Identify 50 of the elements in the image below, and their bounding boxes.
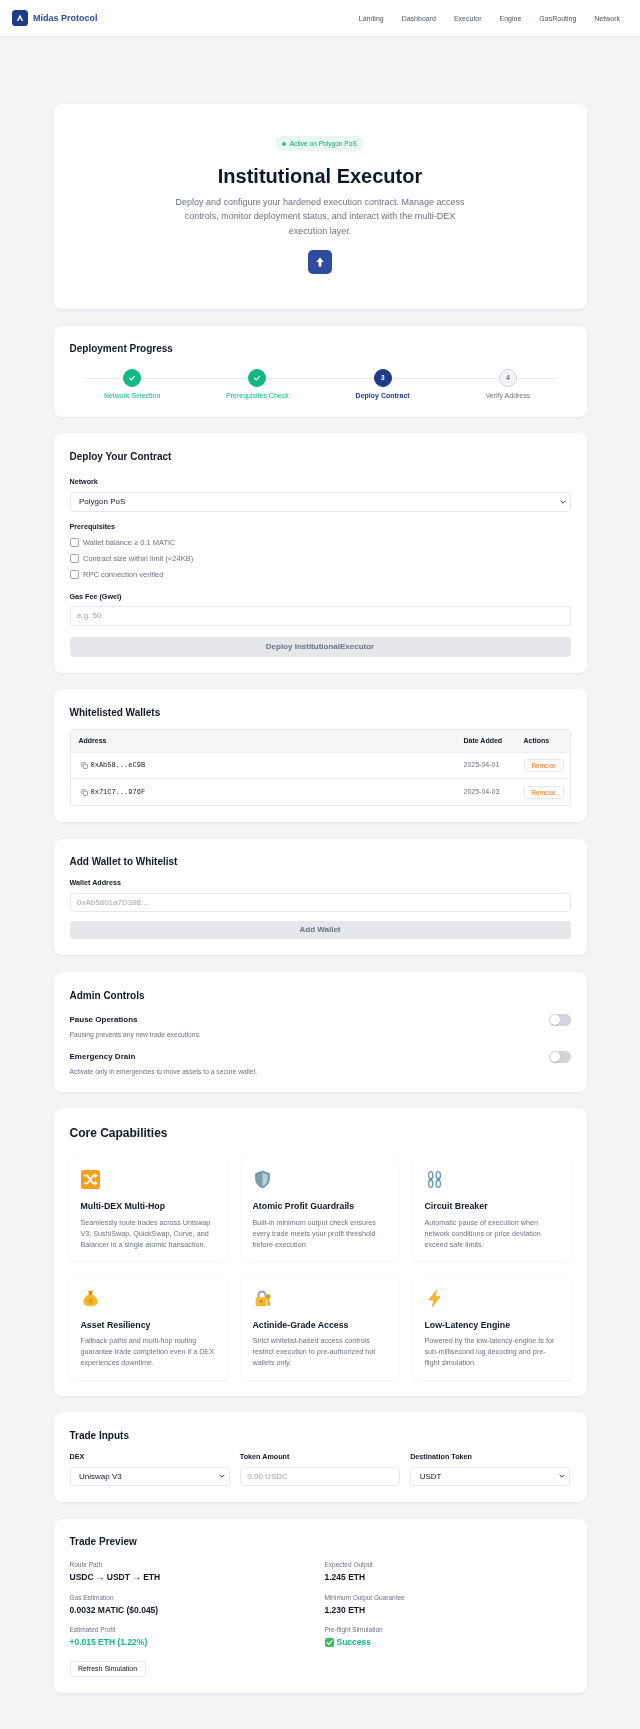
preview-value: Success [336, 1637, 371, 1648]
money-bag-icon [80, 1289, 100, 1309]
arrow-up-icon [308, 250, 332, 275]
copy-icon [80, 788, 88, 796]
page-title: Institutional Executor [216, 163, 424, 188]
section-title: Deploy Your Contract [69, 450, 173, 463]
brand-name[interactable]: Midas Protocol [33, 12, 98, 24]
copy-icon [80, 762, 88, 769]
shield-icon [252, 1170, 272, 1190]
preview-value: +0.015 ETH (1.22%) [69, 1637, 148, 1648]
section-title: Trade Preview [69, 1536, 138, 1549]
wallet-address-input[interactable]: 0xAb5801a7D398... [69, 893, 571, 913]
checkbox[interactable] [69, 538, 79, 548]
feature-title: Actinide-Grade Access [252, 1319, 350, 1331]
feature-title: Asset Resiliency [80, 1319, 152, 1331]
status-dot-icon [282, 141, 287, 146]
feature-title: Multi-DEX Multi-Hop [80, 1200, 167, 1212]
shuffle-icon [80, 1170, 100, 1190]
checkbox[interactable] [69, 570, 79, 580]
dropdown-select[interactable]: Uniswap V3 [69, 1466, 230, 1487]
checkbox[interactable] [69, 554, 79, 564]
logo-icon [12, 10, 28, 26]
preview-value: 1.245 ETH [324, 1572, 366, 1583]
feature-title: Circuit Breaker [424, 1200, 489, 1212]
check-icon [253, 374, 262, 383]
feature-title: Low-Latency Engine [424, 1319, 512, 1331]
setting-label: Pause Operations [69, 1014, 138, 1025]
amount-input[interactable]: 0.00 USDC [239, 1466, 401, 1487]
check-icon [128, 374, 137, 383]
section-title: Core Capabilities [69, 1125, 169, 1141]
page-description: Deploy and configure your hardened execution contract. Manage access controls, monitor deployment status, and interact with the multi-DEX execution layer. [174, 195, 466, 238]
dropdown-select[interactable]: USDT [410, 1466, 571, 1487]
feature-title: Atomic Profit Guardrails [252, 1200, 356, 1212]
check-icon [324, 1637, 334, 1647]
chevron-down-icon [218, 1474, 225, 1479]
toggle-switch[interactable] [548, 1050, 571, 1063]
preview-value: USDC → USDT → ETH [69, 1572, 161, 1583]
chevron-down-icon [559, 499, 566, 504]
gas-fee-input[interactable]: e.g. 50 [69, 605, 571, 626]
chevron-down-icon [559, 1474, 566, 1479]
network-select[interactable]: Polygon PoS [69, 491, 571, 512]
section-title: Admin Controls [69, 989, 146, 1002]
setting-label: Emergency Drain [69, 1051, 136, 1062]
preview-value: 1.230 ETH [324, 1604, 366, 1615]
section-title: Add Wallet to Whitelist [69, 856, 179, 869]
toggle-switch[interactable] [548, 1013, 571, 1026]
section-title: Whitelisted Wallets [69, 707, 162, 720]
preview-value: 0.0032 MATIC ($0.045) [69, 1604, 159, 1615]
section-title: Trade Inputs [69, 1429, 130, 1442]
section-title: Deployment Progress [69, 343, 174, 356]
